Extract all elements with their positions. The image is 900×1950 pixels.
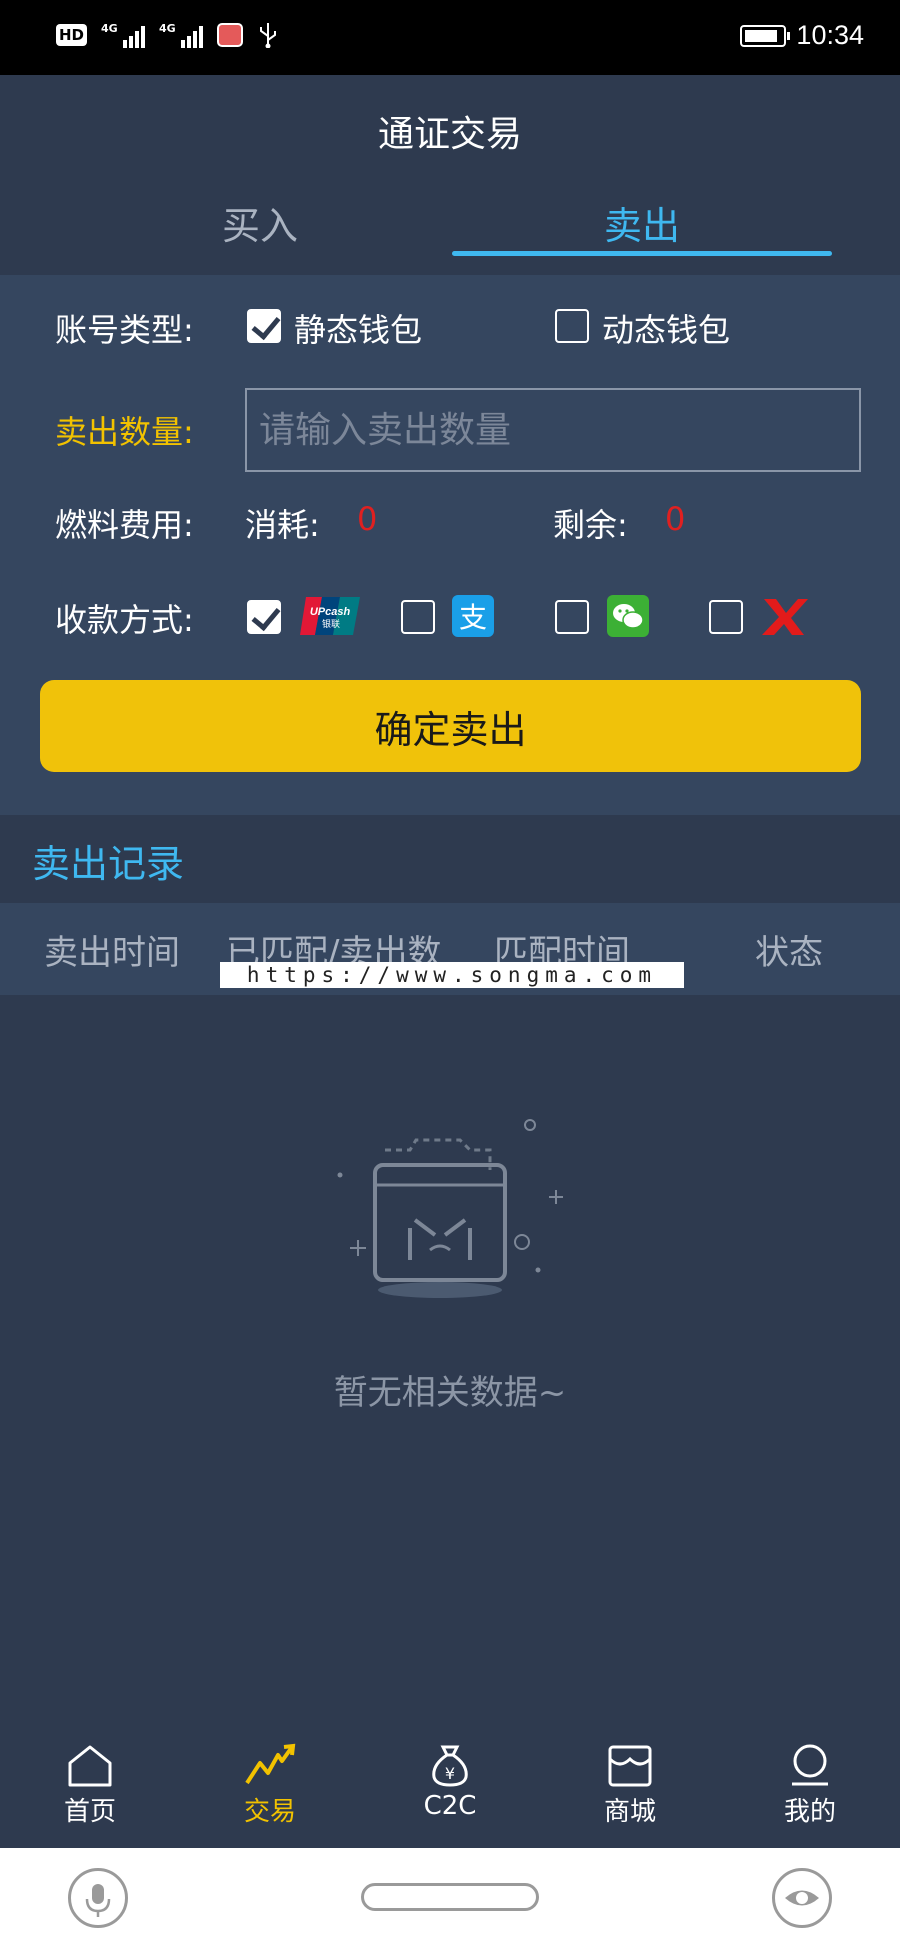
store-icon xyxy=(608,1745,652,1787)
wechat-pay-checkbox[interactable] xyxy=(555,600,589,634)
nav-store[interactable]: 商城 xyxy=(570,1743,690,1843)
nav-trade[interactable]: 交易 xyxy=(210,1743,330,1843)
money-bag-icon: ¥ xyxy=(432,1745,468,1787)
wechat-pay-icon[interactable] xyxy=(607,595,649,637)
red-x-logo-icon[interactable] xyxy=(760,595,810,637)
empty-folder-icon xyxy=(337,1119,563,1298)
empty-state-text: 暂无相关数据~ xyxy=(333,1373,567,1413)
confirm-sell-button[interactable]: 确定卖出 xyxy=(40,680,861,772)
signal-icon: 4G xyxy=(101,22,146,48)
svg-text:¥: ¥ xyxy=(445,1764,455,1783)
home-pill-button[interactable] xyxy=(361,1883,539,1911)
column-sell-time: 卖出时间 xyxy=(44,933,180,973)
remain-label: 剩余: xyxy=(553,506,628,544)
dynamic-wallet-label[interactable]: 动态钱包 xyxy=(602,305,730,351)
payment-method-label: 收款方式: xyxy=(55,601,194,639)
nav-home[interactable]: 首页 xyxy=(30,1743,150,1843)
dynamic-wallet-checkbox[interactable] xyxy=(555,309,589,343)
nav-profile-label: 我的 xyxy=(783,1797,836,1827)
static-wallet-label[interactable]: 静态钱包 xyxy=(294,305,422,351)
svg-text:UPcash: UPcash xyxy=(310,606,351,618)
signal-icon-2: 4G xyxy=(159,22,204,48)
consume-label: 消耗: xyxy=(245,506,320,544)
hd-badge: HD xyxy=(56,24,88,46)
red-x-checkbox[interactable] xyxy=(709,600,743,634)
app-notification-icon xyxy=(217,23,244,47)
nav-trade-label: 交易 xyxy=(243,1797,296,1827)
watermark-url: https://www.songma.com xyxy=(220,962,684,988)
page-title: 通证交易 xyxy=(377,114,522,155)
tab-sell[interactable]: 卖出 xyxy=(452,195,832,255)
nav-store-label: 商城 xyxy=(603,1797,656,1827)
home-icon xyxy=(68,1745,112,1787)
sell-quantity-label: 卖出数量: xyxy=(55,413,194,451)
nav-c2c-label: C2C xyxy=(423,1791,477,1821)
microphone-icon[interactable] xyxy=(68,1868,128,1928)
system-nav-bar xyxy=(0,1848,900,1950)
nav-profile[interactable]: 我的 xyxy=(750,1743,870,1843)
fee-label: 燃料费用: xyxy=(55,506,194,544)
status-bar: HD 4G 4G 10:34 xyxy=(0,0,900,75)
column-status: 状态 xyxy=(755,933,823,973)
nav-home-label: 首页 xyxy=(63,1797,116,1827)
bottom-nav: 首页 交易 ¥ C2C 商城 我的 xyxy=(0,1725,900,1848)
empty-state: 暂无相关数据~ xyxy=(0,995,900,1725)
static-wallet-checkbox[interactable] xyxy=(247,309,281,343)
nav-c2c[interactable]: ¥ C2C xyxy=(390,1743,510,1843)
sell-records-header: 卖出记录 xyxy=(0,815,900,903)
unionpay-icon[interactable]: UPcash 银联 xyxy=(298,593,362,639)
eye-icon[interactable] xyxy=(772,1868,832,1928)
sell-records-title: 卖出记录 xyxy=(32,842,185,886)
unionpay-checkbox[interactable] xyxy=(247,600,281,634)
sell-quantity-input[interactable] xyxy=(245,388,861,472)
tab-buy[interactable]: 买入 xyxy=(70,195,450,255)
alipay-icon[interactable]: 支 xyxy=(452,595,494,637)
status-time: 10:34 xyxy=(796,20,864,50)
trade-chart-icon xyxy=(245,1743,296,1785)
header: 通证交易 买入 卖出 xyxy=(0,75,900,275)
battery-icon xyxy=(740,24,791,47)
profile-icon xyxy=(792,1744,828,1786)
alipay-checkbox[interactable] xyxy=(401,600,435,634)
usb-icon xyxy=(260,23,277,48)
status-icons-right: 10:34 xyxy=(740,20,864,51)
svg-text:支: 支 xyxy=(459,601,487,634)
account-type-label: 账号类型: xyxy=(55,311,194,349)
consume-value: 0 xyxy=(357,500,378,538)
active-tab-indicator xyxy=(452,251,832,256)
remain-value: 0 xyxy=(665,500,686,538)
status-icons-left: HD 4G 4G xyxy=(56,22,279,48)
svg-text:银联: 银联 xyxy=(322,618,340,630)
sell-form: 账号类型: 静态钱包 动态钱包 卖出数量: 燃料费用: 消耗: 0 剩余: 0 … xyxy=(0,275,900,815)
